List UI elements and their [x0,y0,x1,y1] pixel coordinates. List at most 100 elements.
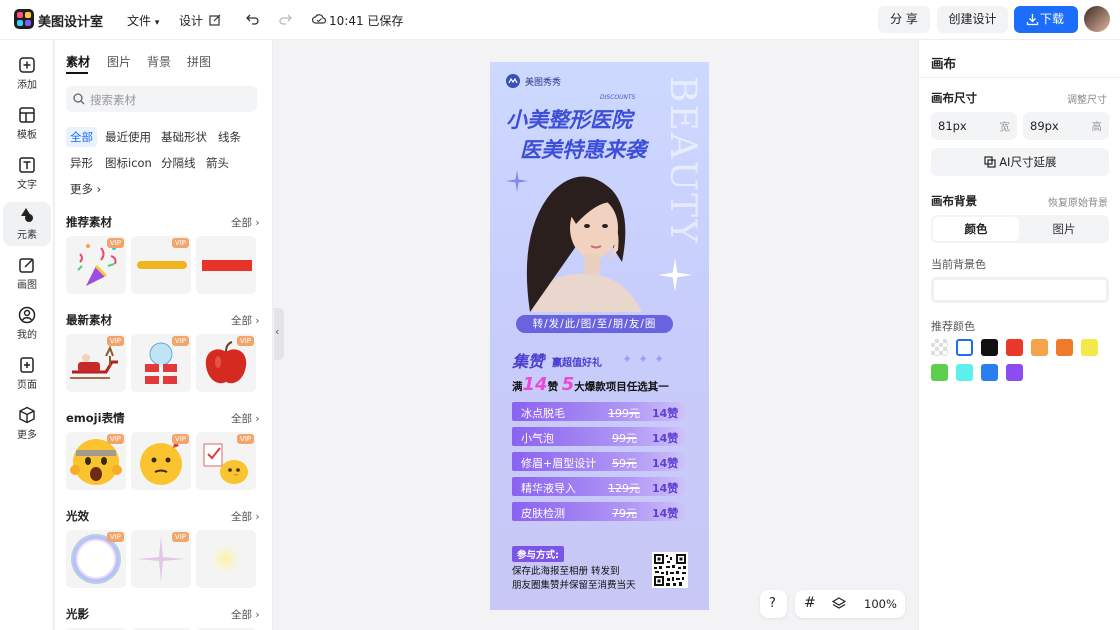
section-all-link[interactable]: 全部 › [231,215,260,230]
rail-label: 画图 [17,280,37,291]
download-button[interactable]: 下载 [1014,6,1078,33]
share-button[interactable]: 分 享 [878,6,930,33]
rail-item-add[interactable]: 添加 [3,52,51,96]
material-thumb[interactable]: VIP [131,236,191,294]
redo-icon[interactable] [278,12,292,26]
chip-dividers[interactable]: 分隔线 [157,153,200,173]
rail-item-draw[interactable]: 画图 [3,252,51,296]
chip-irregular[interactable]: 异形 [66,153,97,173]
material-thumb[interactable]: VIP [66,432,126,490]
section-all-link[interactable]: 全部 › [231,411,260,426]
chip-lines[interactable]: 线条 [214,127,245,147]
section-all-link[interactable]: 全部 › [231,607,260,622]
swatch-orange[interactable] [1056,339,1073,356]
adjust-size-link[interactable]: 调整尺寸 [1067,91,1107,106]
panel-title: 画布 [931,56,957,71]
all-label: 全部 [231,217,252,229]
width-value: 81px [938,119,967,133]
glow-light-icon [206,539,246,579]
section-title: 推荐素材 [66,215,112,229]
swatch-white[interactable] [956,339,973,356]
brand-name: 美图秀秀 [525,78,562,88]
rail-item-template[interactable]: 模板 [3,102,51,146]
material-thumb[interactable]: VIP [66,236,126,294]
vip-badge: VIP [106,336,124,346]
rail-item-page[interactable]: 页面 [3,352,51,396]
file-menu[interactable]: 文件 ▾ [127,12,159,29]
swatch-purple[interactable] [1006,364,1023,381]
item-likes: 14赞 [652,482,679,495]
all-label: 全部 [231,609,252,621]
red-bar-graphic [202,260,252,271]
material-thumb[interactable] [196,530,256,588]
material-thumb[interactable]: VIP [131,432,191,490]
swatch-green[interactable] [931,364,948,381]
ai-extend-button[interactable]: AI尺寸延展 [931,148,1109,176]
poster-canvas[interactable]: BEAUTY 美图秀秀 DISCOUNTS 小美整形医院 医美特惠来袭 转/发/… [490,62,709,610]
item-name: 冰点脱毛 [521,407,565,420]
user-avatar[interactable] [1084,6,1110,32]
restore-bg-link[interactable]: 恢复原始背景 [1048,194,1108,209]
rail-item-more[interactable]: 更多 [3,402,51,446]
chip-icons[interactable]: 图标icon [101,153,156,173]
chip-more[interactable]: 更多 › [66,179,105,199]
item-old-price: 59元 [612,457,637,470]
height-value: 89px [1030,119,1059,133]
swatch-red[interactable] [1006,339,1023,356]
left-rail: 添加 模板 文字 元素 画图 我的 页面 更多 [0,40,54,630]
width-input[interactable]: 81px 宽 [931,112,1017,140]
swatch-blue[interactable] [981,364,998,381]
layers-icon[interactable] [832,597,846,611]
poster-title-line2: 医美特惠来袭 [520,138,646,162]
create-design-button[interactable]: 创建设计 [937,6,1008,33]
tab-material[interactable]: 素材 [66,53,90,70]
section-all-link[interactable]: 全部 › [231,313,260,328]
tab-image[interactable]: 图片 [107,53,131,70]
material-thumb[interactable]: VIP [131,530,191,588]
chip-recent[interactable]: 最近使用 [101,127,155,147]
sparkle-row-icon: ✦✦✦ [622,352,671,366]
height-input[interactable]: 89px 高 [1023,112,1109,140]
swatch-transparent[interactable] [931,339,948,356]
section-all-link[interactable]: 全部 › [231,509,260,524]
tab-collage[interactable]: 拼图 [187,53,211,70]
help-label: ? [769,596,776,611]
current-bg-color-field[interactable] [931,277,1109,303]
zoom-level[interactable]: 100% [864,597,897,611]
swatch-yellow[interactable] [1081,339,1098,356]
material-thumb[interactable]: VIP [196,432,256,490]
price-row: 小气泡 99元 14赞 [512,427,686,446]
material-thumb[interactable] [196,236,256,294]
swatch-light-orange[interactable] [1031,339,1048,356]
current-bg-label: 当前背景色 [931,258,986,271]
swatch-cyan[interactable] [956,364,973,381]
undo-icon[interactable] [246,12,260,26]
grid-icon[interactable]: # [804,595,816,611]
collapse-panel-handle[interactable]: ‹ [274,308,284,360]
rail-item-text[interactable]: 文字 [3,152,51,196]
material-thumb[interactable]: VIP [66,530,126,588]
segment-image[interactable]: 图片 [1021,217,1107,241]
share-banner: 转/发/此/图/至/朋/友/圈 [516,315,673,333]
full-likes-number: 14 [522,374,548,395]
rail-item-elements[interactable]: 元素 [3,202,51,246]
all-label: 全部 [231,315,252,327]
material-thumb[interactable]: VIP [66,334,126,392]
material-thumb[interactable]: VIP [131,334,191,392]
qr-code-icon [652,552,688,588]
active-tab-indicator [66,72,88,74]
search-input[interactable]: 搜索素材 [66,86,257,112]
material-thumb[interactable]: VIP [196,334,256,392]
chip-basic-shapes[interactable]: 基础形状 [157,127,211,147]
help-button[interactable]: ? [760,590,787,618]
design-menu[interactable]: 设计 [179,12,221,29]
top-bar: 美图设计室 文件 ▾ 设计 10:41 已保存 分 享 创建设计 下载 [0,0,1120,40]
draw-icon [19,258,34,273]
chip-arrows[interactable]: 箭头 [202,153,233,173]
tab-background[interactable]: 背景 [147,53,171,70]
swatch-black[interactable] [981,339,998,356]
segment-color[interactable]: 颜色 [933,217,1019,241]
rail-item-mine[interactable]: 我的 [3,302,51,346]
app-logo[interactable] [14,9,34,29]
chip-all[interactable]: 全部 [66,127,97,147]
